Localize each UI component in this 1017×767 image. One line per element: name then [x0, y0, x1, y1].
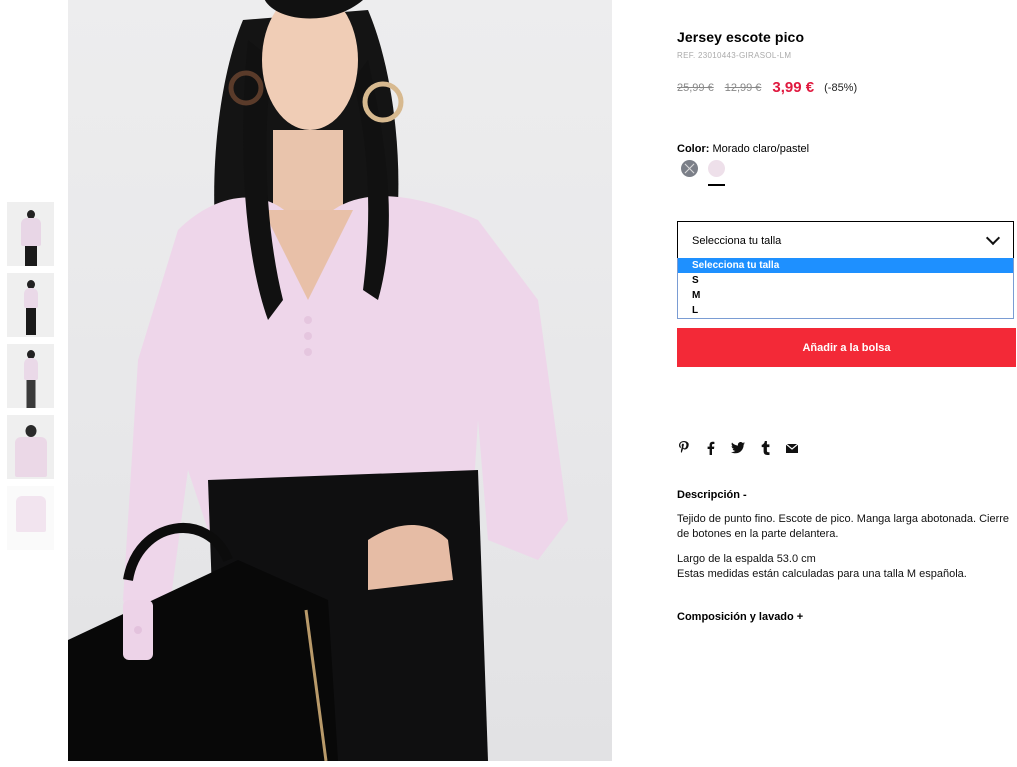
model-illustration: [68, 0, 568, 761]
size-option-s[interactable]: S: [678, 273, 1013, 288]
measure-line-2: Estas medidas están calculadas para una …: [677, 568, 967, 580]
thumbnail-5[interactable]: [7, 486, 54, 550]
composition-toggle[interactable]: Composición y lavado +: [677, 611, 803, 623]
discount-badge: (-85%): [824, 82, 858, 94]
description-toggle[interactable]: Descripción -: [677, 489, 747, 501]
add-to-bag-button[interactable]: Añadir a la bolsa: [677, 328, 1016, 367]
email-icon[interactable]: [785, 440, 799, 456]
pinterest-icon[interactable]: [677, 440, 691, 456]
swatch-grey-unavailable[interactable]: [681, 160, 698, 177]
description-measures: Largo de la espalda 53.0 cm Estas medida…: [677, 552, 1017, 582]
color-value: Morado claro/pastel: [712, 143, 810, 155]
swatch-selected-indicator: [708, 184, 725, 186]
swatch-pink[interactable]: [708, 160, 725, 177]
chevron-down-icon: [985, 230, 1001, 246]
price-previous: 12,99 €: [724, 82, 762, 94]
size-dropdown-list: Selecciona tu talla S M L: [677, 258, 1014, 319]
color-swatches: [681, 160, 725, 177]
size-option-l[interactable]: L: [678, 303, 1013, 318]
share-icons: [677, 440, 799, 456]
price-original: 25,99 €: [677, 82, 714, 94]
tumblr-icon[interactable]: [758, 440, 772, 456]
product-title: Jersey escote pico: [677, 29, 805, 45]
thumbnail-3[interactable]: [7, 344, 54, 408]
price-row: 25,99 € 12,99 € 3,99 € (-85%): [677, 78, 858, 96]
size-select[interactable]: Selecciona tu talla: [677, 221, 1014, 259]
color-label-title: Color:: [677, 143, 710, 155]
product-ref: REF. 23010443-GIRASOL-LM: [677, 51, 792, 60]
thumbnail-1[interactable]: [7, 202, 54, 266]
size-select-value: Selecciona tu talla: [692, 235, 782, 247]
description-text: Tejido de punto fino. Escote de pico. Ma…: [677, 513, 1010, 540]
twitter-icon[interactable]: [731, 440, 745, 456]
size-option-m[interactable]: M: [678, 288, 1013, 303]
thumbnail-strip: [7, 202, 55, 557]
color-label: Color: Morado claro/pastel: [677, 143, 809, 155]
size-option-placeholder[interactable]: Selecciona tu talla: [678, 258, 1013, 273]
facebook-icon[interactable]: [704, 440, 718, 456]
thumbnail-4[interactable]: [7, 415, 54, 479]
thumbnail-2[interactable]: [7, 273, 54, 337]
product-photo: [68, 0, 612, 761]
price-current: 3,99 €: [772, 79, 815, 96]
measure-line-1: Largo de la espalda 53.0 cm: [677, 553, 816, 565]
